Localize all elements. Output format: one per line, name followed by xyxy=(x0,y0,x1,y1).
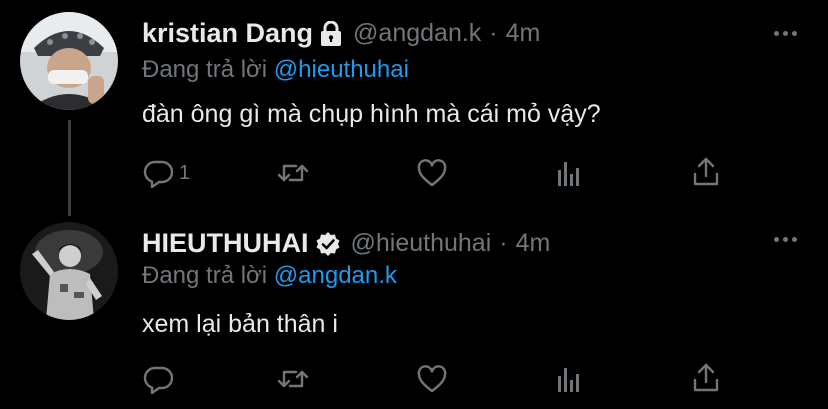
tweet-text: đàn ông gì mà chụp hình mà cái mỏ vậy? xyxy=(142,100,601,128)
avatar[interactable] xyxy=(20,12,118,110)
retweet-icon xyxy=(277,158,309,188)
share-icon xyxy=(692,362,720,394)
analytics-icon xyxy=(556,158,584,188)
like-icon xyxy=(416,158,448,188)
avatar[interactable] xyxy=(20,222,118,320)
display-name[interactable]: HIEUTHUHAI xyxy=(142,228,309,259)
reply-prefix: Đang trả lời xyxy=(142,262,268,289)
user-handle[interactable]: @angdan.k xyxy=(353,19,481,48)
retweet-icon xyxy=(277,364,309,394)
more-options-icon[interactable] xyxy=(774,31,797,36)
reply-button[interactable]: 1 xyxy=(143,158,190,188)
reply-mention[interactable]: @angdan.k xyxy=(274,262,397,289)
reply-icon xyxy=(143,158,173,188)
timestamp[interactable]: 4m xyxy=(516,229,551,258)
replying-to: Đang trả lời @hieuthuhai xyxy=(142,56,409,84)
reply-button[interactable] xyxy=(143,364,179,394)
share-icon xyxy=(692,156,720,188)
like-icon xyxy=(416,364,448,394)
lock-icon xyxy=(319,20,343,47)
separator-dot: · xyxy=(499,229,508,257)
more-options-icon[interactable] xyxy=(774,237,797,242)
share-button[interactable] xyxy=(692,156,720,188)
user-handle[interactable]: @hieuthuhai xyxy=(351,229,492,258)
display-name[interactable]: kristian Dang xyxy=(142,18,313,49)
retweet-button[interactable] xyxy=(277,158,309,188)
verified-badge-icon xyxy=(315,231,341,257)
reply-icon xyxy=(143,364,173,394)
like-button[interactable] xyxy=(416,364,448,394)
replying-to: Đang trả lời @angdan.k xyxy=(142,262,397,290)
separator-dot: · xyxy=(489,19,498,47)
analytics-button[interactable] xyxy=(556,364,584,394)
analytics-button[interactable] xyxy=(556,158,584,188)
reply-prefix: Đang trả lời xyxy=(142,56,268,83)
tweet-kristian[interactable]: kristian Dang @angdan.k · 4m Đang trả lờ… xyxy=(0,0,828,216)
analytics-icon xyxy=(556,364,584,394)
tweet-header: HIEUTHUHAI @hieuthuhai · 4m xyxy=(142,228,550,259)
retweet-button[interactable] xyxy=(277,364,309,394)
tweet-header: kristian Dang @angdan.k · 4m xyxy=(142,18,540,49)
timestamp[interactable]: 4m xyxy=(506,19,541,48)
reply-count: 1 xyxy=(179,161,191,184)
like-button[interactable] xyxy=(416,158,448,188)
tweet-text: xem lại bản thân i xyxy=(142,310,338,338)
reply-mention[interactable]: @hieuthuhai xyxy=(274,56,409,83)
share-button[interactable] xyxy=(692,362,720,394)
tweet-hieuthuhai[interactable]: HIEUTHUHAI @hieuthuhai · 4m Đang trả lời… xyxy=(0,210,828,409)
thread-line xyxy=(68,120,71,216)
